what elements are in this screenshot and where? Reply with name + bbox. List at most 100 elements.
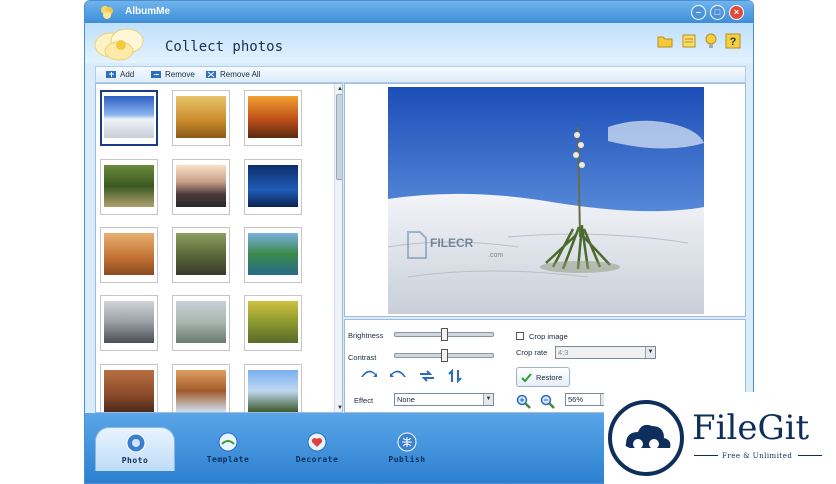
scroll-up-arrow-icon[interactable]: ▲ [336,85,342,93]
add-button[interactable]: Add [106,70,134,79]
crop-rate-select[interactable]: 4:3 ▼ [555,346,656,359]
tab-template-label: Template [206,455,250,464]
photo-thumbnail[interactable] [172,90,230,146]
remove-photo-icon [151,71,161,78]
thumbnail-image [176,370,226,412]
template-icon [218,432,238,452]
chevron-down-icon[interactable]: ▼ [483,394,493,405]
tab-template[interactable]: Template [188,427,268,471]
divider [694,455,718,456]
add-label: Add [120,70,135,79]
scroll-down-arrow-icon[interactable]: ▼ [336,404,342,412]
photo-icon [126,433,146,453]
remove-button[interactable]: Remove [151,70,195,79]
zoom-out-icon[interactable] [540,394,555,409]
photo-thumbnail[interactable] [172,227,230,283]
crop-image-checkbox[interactable] [516,332,524,340]
cloud-glasses-icon [625,424,671,449]
add-photo-icon [106,71,116,78]
filegit-title: FileGit [692,408,810,448]
remove-all-button[interactable]: Remove All [206,70,260,79]
filegit-badge: FileGit Free & Unlimited [604,392,836,484]
maximize-button[interactable]: □ [710,5,725,20]
thumbnail-image [248,301,298,343]
restore-label: Restore [536,372,563,382]
tab-photo[interactable]: Photo [95,427,175,471]
tab-publish[interactable]: Publish [367,427,447,471]
thumbnail-image [248,96,298,138]
title-bar[interactable]: AlbumMe – □ × [85,1,753,23]
decorate-icon [307,432,327,452]
rotate-right-icon[interactable] [390,369,406,383]
filegit-subtitle: Free & Unlimited [722,452,793,460]
tab-publish-label: Publish [388,455,426,464]
scrollbar-thumb[interactable] [336,94,342,180]
zoom-in-icon[interactable] [516,394,531,409]
photo-thumbnail[interactable] [244,227,302,283]
photo-thumbnail[interactable] [244,295,302,351]
brightness-slider[interactable] [394,328,494,341]
contrast-label: Contrast [348,353,377,362]
photo-thumbnail[interactable] [100,364,158,412]
remove-label: Remove [165,70,195,79]
thumbnail-image [176,165,226,207]
rotate-left-icon[interactable] [361,369,377,383]
thumbnail-image [176,96,226,138]
photo-thumbnail[interactable] [244,364,302,412]
thumbnail-image [104,165,154,207]
remove-all-label: Remove All [220,70,261,79]
thumbnail-image [176,233,226,275]
thumbnail-image [104,233,154,275]
effect-select[interactable]: None ▼ [394,393,494,406]
app-logo-icon [101,6,113,19]
divider [798,455,822,456]
filecr-watermark-domain: .com [488,252,504,259]
photo-toolbar: Add Remove Remove All [95,66,746,83]
filecr-watermark-text: FILECR [430,236,474,250]
photo-thumbnail[interactable] [172,159,230,215]
photo-thumbnail[interactable] [100,159,158,215]
brightness-slider-thumb[interactable] [441,328,448,341]
crop-rate-label: Crop rate [516,348,548,357]
thumbnail-scrollbar[interactable]: ▲ ▼ [334,84,342,412]
tab-decorate[interactable]: Decorate [277,427,357,471]
effect-label: Effect [354,396,374,405]
thumbnail-image [104,301,154,343]
bulb-icon[interactable] [703,33,719,49]
photo-thumbnail[interactable] [172,295,230,351]
close-button[interactable]: × [729,5,744,20]
photo-thumbnail[interactable] [100,227,158,283]
brightness-label: Brightness [348,331,384,340]
filecr-logo-icon [407,231,427,259]
photo-thumbnail[interactable] [172,364,230,412]
contrast-slider-thumb[interactable] [441,349,448,362]
zoom-value: 56% [568,395,584,404]
minimize-button[interactable]: – [691,5,706,20]
chevron-down-icon[interactable]: ▼ [645,347,655,358]
thumbnail-grid: ▲ ▼ [95,83,343,413]
photo-thumbnail[interactable] [244,159,302,215]
remove-all-icon [206,71,216,78]
thumbnail-image [248,233,298,275]
flip-horizontal-icon[interactable] [419,369,435,383]
help-icon[interactable]: ? [725,33,741,49]
thumbnail-image [176,301,226,343]
contrast-slider[interactable] [394,349,494,362]
photo-preview [344,83,746,317]
filecr-watermark: FILECR .com [404,226,514,266]
photo-thumbnail[interactable] [244,90,302,146]
window-title: AlbumMe [125,6,170,17]
thumbnail-image [104,370,154,412]
folder-icon[interactable] [657,33,673,49]
restore-button[interactable]: Restore [516,367,570,387]
thumbnail-image [248,370,298,412]
photo-thumbnail[interactable] [100,90,158,146]
flip-vertical-icon[interactable] [447,369,463,383]
page-title: Collect photos [165,39,284,55]
thumbnail-image [248,165,298,207]
svg-text:?: ? [730,36,737,48]
photo-thumbnail[interactable] [100,295,158,351]
restore-icon [521,372,532,382]
effect-value: None [397,395,415,404]
note-icon[interactable] [681,33,697,49]
